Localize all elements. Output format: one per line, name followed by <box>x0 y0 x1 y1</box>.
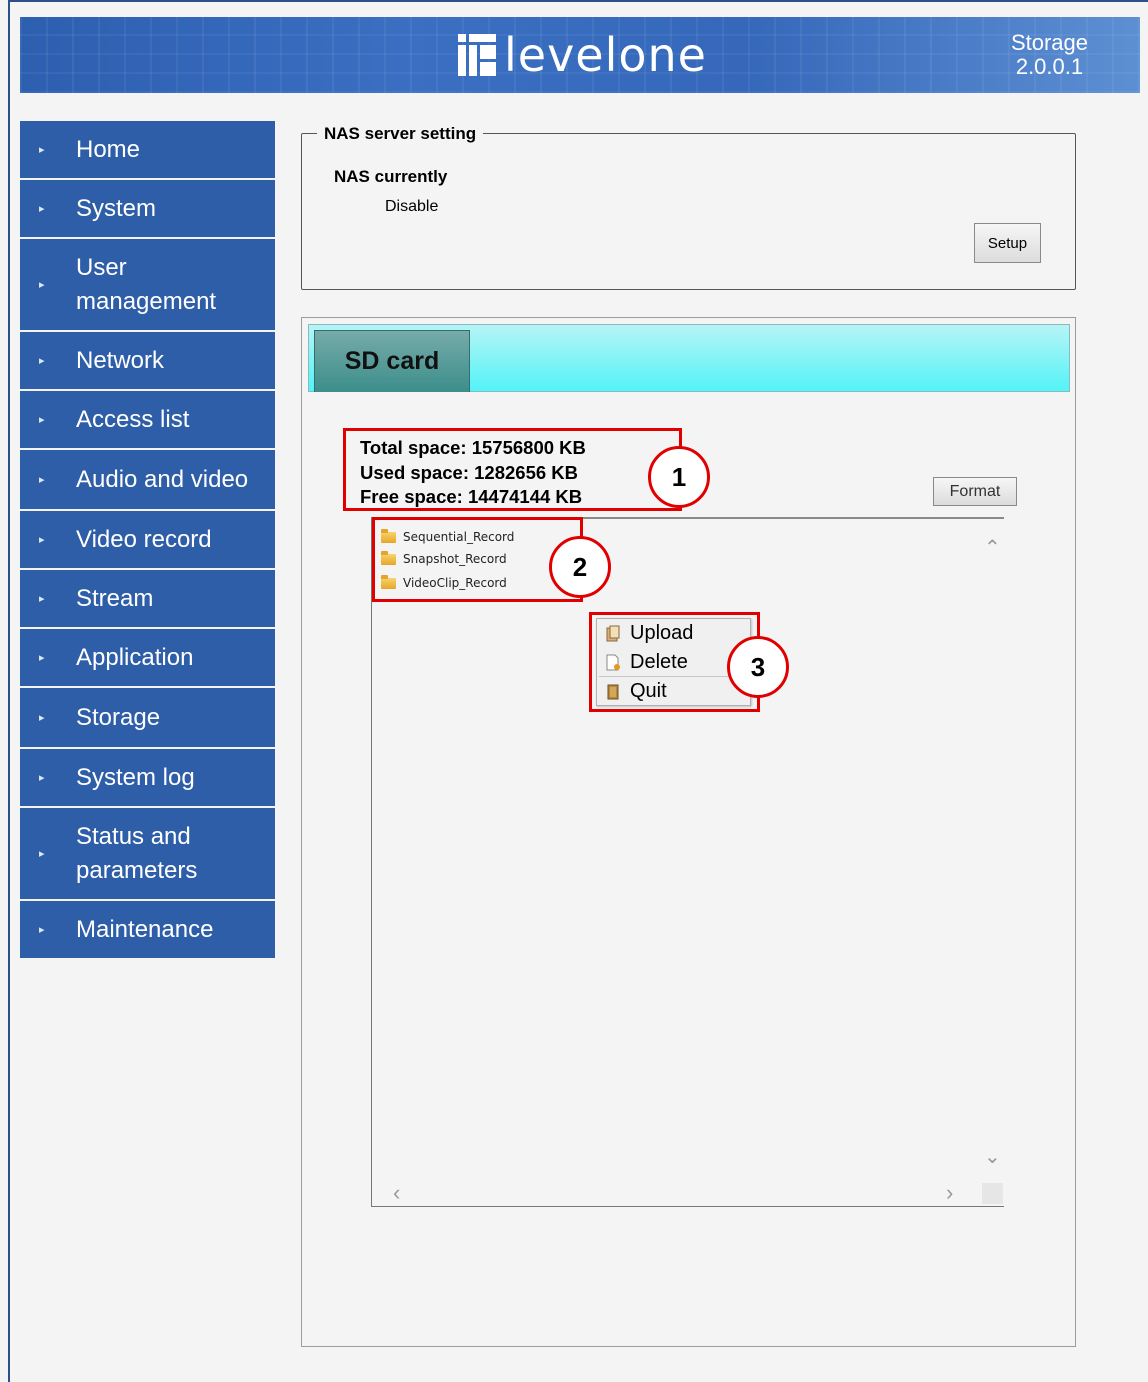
nas-status-value: Disable <box>385 198 439 215</box>
scroll-left-icon[interactable]: ‹ <box>393 1180 400 1206</box>
logo: levelone <box>458 29 707 81</box>
sidebar-item-access-list[interactable]: ▸ Access list <box>20 391 275 450</box>
logo-text: levelone <box>504 28 707 82</box>
callout-badge-1: 1 <box>648 446 710 508</box>
nas-status-label: NAS currently <box>334 167 448 186</box>
callout-box-1 <box>343 428 682 511</box>
sidebar-item-label: System log <box>76 763 195 791</box>
setup-button[interactable]: Setup <box>974 223 1041 263</box>
scroll-right-icon[interactable]: › <box>946 1180 953 1206</box>
sidebar-item-video-record[interactable]: ▸ Video record <box>20 511 275 570</box>
section-title: Storage <box>1010 30 1088 55</box>
callout-badge-3: 3 <box>727 636 789 698</box>
sidebar-item-stream[interactable]: ▸ Stream <box>20 570 275 629</box>
chevron-right-icon: ▸ <box>39 652 45 664</box>
sidebar-item-maintenance[interactable]: ▸ Maintenance <box>20 901 275 960</box>
chevron-right-icon: ▸ <box>39 712 45 724</box>
chevron-right-icon: ▸ <box>39 474 45 486</box>
chevron-right-icon: ▸ <box>39 355 45 367</box>
chevron-right-icon: ▸ <box>39 534 45 546</box>
sidebar-item-network[interactable]: ▸ Network <box>20 332 275 391</box>
sidebar-item-label: Home <box>76 135 141 163</box>
sidebar-item-label: Audio and video <box>76 465 249 493</box>
sidebar-item-application[interactable]: ▸ Application <box>20 629 275 688</box>
sidebar-nav: ▸ Home ▸ System ▸ User management ▸ Netw… <box>20 121 275 960</box>
chevron-right-icon: ▸ <box>39 593 45 605</box>
sidebar-item-label: System <box>76 194 157 222</box>
chevron-right-icon: ▸ <box>39 924 45 936</box>
chevron-right-icon: ▸ <box>39 772 45 784</box>
format-button[interactable]: Format <box>933 477 1017 506</box>
sidebar-item-system-log[interactable]: ▸ System log <box>20 749 275 808</box>
scroll-down-icon[interactable]: ⌄ <box>984 1144 1001 1169</box>
chevron-right-icon: ▸ <box>39 203 45 215</box>
sidebar-item-label: Stream <box>76 584 154 612</box>
sidebar-item-status-and-parameters[interactable]: ▸ Status and parameters <box>20 808 275 901</box>
chevron-right-icon: ▸ <box>39 279 45 291</box>
nas-settings-legend: NAS server setting <box>317 124 484 144</box>
sidebar-item-label: Network <box>76 346 165 374</box>
sidebar-item-audio-and-video[interactable]: ▸ Audio and video <box>20 450 275 511</box>
chevron-right-icon: ▸ <box>39 144 45 156</box>
firmware-version: 2.0.0.1 <box>1015 54 1084 79</box>
sidebar-item-label: Status and parameters <box>76 822 198 884</box>
sidebar-item-label: Video record <box>76 525 212 553</box>
scroll-up-icon[interactable]: ⌃ <box>984 535 1001 560</box>
sidebar-item-label: Application <box>76 643 194 671</box>
tab-sd-card[interactable]: SD card <box>314 330 470 392</box>
header-banner: levelone Storage 2.0.0.1 <box>20 17 1140 93</box>
version-info: Storage 2.0.0.1 <box>1011 31 1088 79</box>
sidebar-item-label: Access list <box>76 405 190 433</box>
sidebar-item-storage[interactable]: ▸ Storage <box>20 688 275 749</box>
sidebar-item-home[interactable]: ▸ Home <box>20 121 275 180</box>
sidebar-item-label: Maintenance <box>76 915 214 943</box>
sidebar-item-system[interactable]: ▸ System <box>20 180 275 239</box>
sidebar-item-label: Storage <box>76 703 161 731</box>
sidebar-item-label: User management <box>76 253 217 315</box>
callout-badge-2: 2 <box>549 536 611 598</box>
sidebar-item-user-management[interactable]: ▸ User management <box>20 239 275 332</box>
chevron-right-icon: ▸ <box>39 848 45 860</box>
scrollbar-corner <box>982 1183 1003 1204</box>
chevron-right-icon: ▸ <box>39 414 45 426</box>
logo-mark-icon <box>458 34 496 76</box>
